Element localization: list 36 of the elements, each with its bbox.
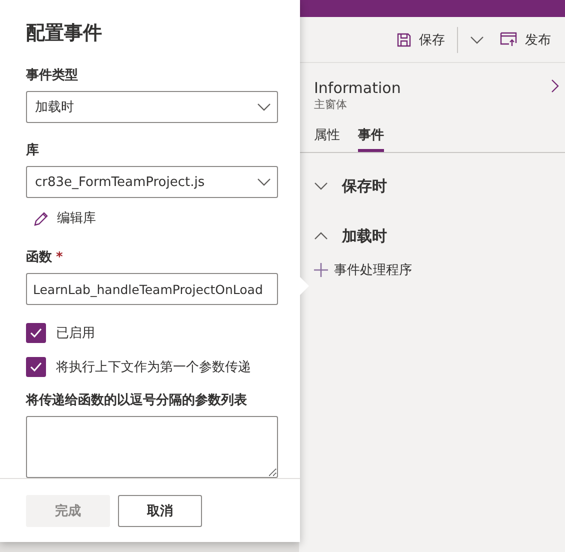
save-icon <box>397 32 411 46</box>
add-handler-button[interactable]: 事件处理程序 <box>299 261 427 279</box>
field-label: 函数 * <box>26 249 64 266</box>
checkbox-label: 将执行上下文作为第一个参数传递 <box>56 359 251 376</box>
library-dropdown[interactable]: cr83e_FormTeamProject.js <box>26 166 278 198</box>
panel-title: Information <box>314 79 401 97</box>
panel-subtitle: 主窗体 <box>313 97 348 112</box>
tab[interactable]: 属性 <box>314 122 340 152</box>
checkbox-label: 已启用 <box>56 325 95 342</box>
field-label: 事件类型 <box>26 67 79 84</box>
chevron-right-icon[interactable] <box>551 79 559 93</box>
publish-button[interactable]: 发布 <box>496 26 555 52</box>
parameters-textarea[interactable] <box>26 416 278 478</box>
function-input[interactable]: LearnLab_handleTeamProjectOnLoad <box>26 273 278 305</box>
dialog-title: 配置事件 <box>26 21 103 46</box>
field-label: 将传递给函数的以逗号分隔的参数列表 <box>26 392 248 409</box>
section-header[interactable]: 加载时 <box>299 211 402 261</box>
checkbox[interactable] <box>26 357 46 377</box>
cancel-button[interactable]: 取消 <box>118 495 202 527</box>
chevron-down-icon <box>314 182 328 190</box>
save-button[interactable]: 保存 <box>393 26 449 52</box>
checkmark-icon <box>30 328 42 338</box>
edit-library-link[interactable]: 编辑库 <box>26 204 96 232</box>
checkmark-icon <box>30 362 42 372</box>
plus-icon <box>314 263 328 277</box>
publish-icon <box>500 32 517 47</box>
field-label: 库 <box>26 142 40 159</box>
chevron-up-icon <box>314 232 328 240</box>
pencil-icon <box>34 210 49 226</box>
chevron-down-icon <box>470 36 484 44</box>
event-type-dropdown[interactable]: 加载时 <box>26 91 278 123</box>
checkbox[interactable] <box>26 323 46 343</box>
section-header[interactable]: 保存时 <box>299 161 402 211</box>
tab[interactable]: 事件 <box>358 122 384 152</box>
chevron-down-icon <box>257 178 271 186</box>
chevron-down-icon <box>257 103 271 111</box>
